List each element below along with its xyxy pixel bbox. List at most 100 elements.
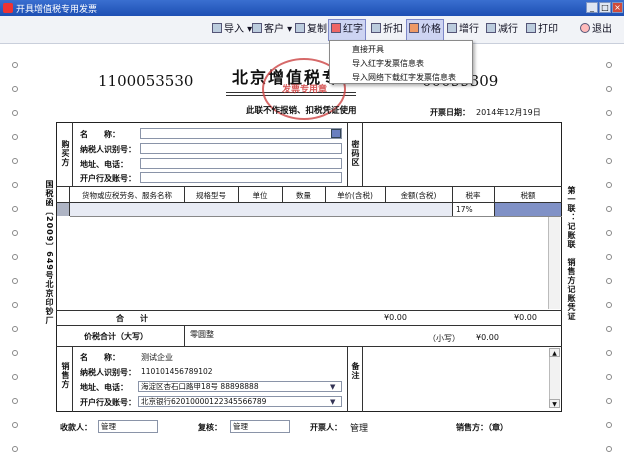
copy-button[interactable]: 复制 bbox=[293, 19, 329, 41]
table-scrollbar[interactable] bbox=[548, 217, 560, 309]
add-row-button[interactable]: 增行 bbox=[445, 19, 481, 41]
buyer-name-label: 名 称： bbox=[80, 130, 120, 139]
punch-hole bbox=[12, 182, 18, 188]
sum-label: 价税合计（大写） bbox=[84, 332, 148, 341]
invoice-code: 1100053530 bbox=[98, 72, 194, 90]
punch-hole bbox=[12, 374, 18, 380]
seller-tax: 110101456789102 bbox=[141, 367, 213, 376]
red-invoice-icon bbox=[331, 23, 341, 33]
punch-hole bbox=[12, 206, 18, 212]
punch-hole bbox=[606, 110, 612, 116]
row-tax-rate[interactable]: 17% bbox=[456, 205, 473, 214]
seller-name-label: 名 称： bbox=[80, 353, 120, 362]
divider bbox=[347, 122, 348, 186]
header-tax: 税额 bbox=[520, 191, 536, 200]
menu-item-direct-issue[interactable]: 直接开具 bbox=[352, 44, 384, 55]
client-icon bbox=[252, 23, 262, 33]
copy-note: 第一联：记账联 销售方记账凭证 bbox=[567, 186, 576, 321]
punch-hole bbox=[606, 86, 612, 92]
import-icon bbox=[212, 23, 222, 33]
buyer-side-label: 购买方 bbox=[61, 140, 70, 167]
punch-hole bbox=[12, 422, 18, 428]
menu-item-import-network-red-info[interactable]: 导入网络下载红字发票信息表 bbox=[352, 72, 456, 83]
usage-notice: 此联不作报销、扣税凭证使用 bbox=[246, 106, 357, 116]
buyer-addr-field[interactable] bbox=[140, 158, 342, 169]
header-quantity: 数量 bbox=[296, 191, 311, 200]
scroll-down-icon[interactable]: ▼ bbox=[549, 399, 560, 408]
punch-hole bbox=[12, 350, 18, 356]
print-icon bbox=[526, 23, 536, 33]
punch-hole bbox=[606, 302, 612, 308]
print-button[interactable]: 打印 bbox=[524, 19, 560, 41]
red-invoice-button[interactable]: 红字 bbox=[328, 19, 366, 41]
seller-name: 测试企业 bbox=[141, 353, 173, 362]
close-button[interactable]: × bbox=[612, 2, 623, 13]
scroll-up-icon[interactable]: ▲ bbox=[549, 348, 560, 357]
toolbar: 导入 ▾ 客户 ▾ 复制 红字 折扣 价格 增行 减行 打印 退出 bbox=[0, 16, 624, 44]
delete-row-icon bbox=[486, 23, 496, 33]
row-selector[interactable] bbox=[57, 203, 69, 216]
punch-hole bbox=[606, 326, 612, 332]
add-row-icon bbox=[447, 23, 457, 33]
header-goods: 货物或应税劳务、服务名称 bbox=[82, 191, 172, 200]
divider bbox=[56, 186, 562, 187]
divider bbox=[72, 346, 73, 412]
power-icon bbox=[580, 23, 590, 33]
chevron-down-icon[interactable]: ▼ bbox=[330, 398, 335, 406]
window-title: 开具增值税专用发票 bbox=[16, 5, 98, 15]
price-icon bbox=[409, 23, 419, 33]
buyer-tax-label: 纳税人识别号： bbox=[80, 145, 136, 154]
sum-in-words: 零圆整 bbox=[190, 330, 214, 339]
app-icon bbox=[3, 3, 13, 13]
punch-hole bbox=[606, 422, 612, 428]
buyer-addr-label: 地址、电话： bbox=[80, 160, 128, 169]
cipher-area-label: 密码区 bbox=[351, 140, 360, 167]
exit-button[interactable]: 退出 bbox=[578, 19, 614, 41]
reviewer-field[interactable]: 管理 bbox=[230, 420, 290, 433]
discount-button[interactable]: 折扣 bbox=[369, 19, 405, 41]
price-button[interactable]: 价格 bbox=[406, 19, 444, 41]
divider bbox=[362, 122, 363, 186]
punch-hole bbox=[12, 446, 18, 452]
punch-hole bbox=[12, 278, 18, 284]
discount-icon bbox=[371, 23, 381, 33]
row-tax-cell[interactable] bbox=[495, 203, 561, 216]
divider bbox=[347, 346, 348, 412]
lookup-icon[interactable] bbox=[331, 129, 341, 138]
import-button[interactable]: 导入 ▾ bbox=[210, 19, 254, 41]
buyer-tax-field[interactable] bbox=[140, 143, 342, 154]
red-invoice-menu: 直接开具 导入红字发票信息表 导入网络下载红字发票信息表 bbox=[329, 40, 473, 84]
invoice-date: 2014年12月19日 bbox=[476, 108, 541, 117]
delete-row-button[interactable]: 减行 bbox=[484, 19, 520, 41]
seller-bank-select[interactable]: 北京银行62010000122345566789 bbox=[138, 396, 342, 407]
sum-small-amount: ¥0.00 bbox=[476, 333, 499, 342]
payee-field[interactable]: 管理 bbox=[98, 420, 158, 433]
punch-hole bbox=[606, 350, 612, 356]
chevron-down-icon[interactable]: ▼ bbox=[330, 383, 335, 391]
menu-item-import-red-info[interactable]: 导入红字发票信息表 bbox=[352, 58, 424, 69]
divider bbox=[56, 325, 562, 326]
divider bbox=[70, 216, 562, 217]
minimize-button[interactable]: _ bbox=[586, 2, 598, 13]
punch-hole bbox=[606, 374, 612, 380]
payee-label: 收款人： bbox=[60, 423, 92, 432]
buyer-bank-field[interactable] bbox=[140, 172, 342, 183]
punch-hole bbox=[606, 278, 612, 284]
punch-hole bbox=[606, 158, 612, 164]
buyer-name-field[interactable] bbox=[140, 128, 342, 139]
sum-small-label: （小写） bbox=[428, 334, 460, 343]
punch-hole bbox=[606, 446, 612, 452]
header-amount: 金额(含税) bbox=[400, 191, 437, 200]
seller-addr-select[interactable]: 海淀区杏石口路甲18号 88898888 bbox=[138, 381, 342, 392]
header-tax-rate: 税率 bbox=[465, 191, 481, 200]
seller-sign-label: 销售方：（章） bbox=[456, 423, 508, 432]
punch-hole bbox=[12, 398, 18, 404]
punch-hole bbox=[606, 182, 612, 188]
table-row[interactable] bbox=[70, 203, 452, 216]
punch-hole bbox=[606, 254, 612, 260]
punch-hole bbox=[606, 62, 612, 68]
maximize-button[interactable]: □ bbox=[599, 2, 611, 13]
client-button[interactable]: 客户 ▾ bbox=[250, 19, 294, 41]
punch-hole bbox=[12, 86, 18, 92]
reviewer-label: 复核： bbox=[198, 423, 222, 432]
